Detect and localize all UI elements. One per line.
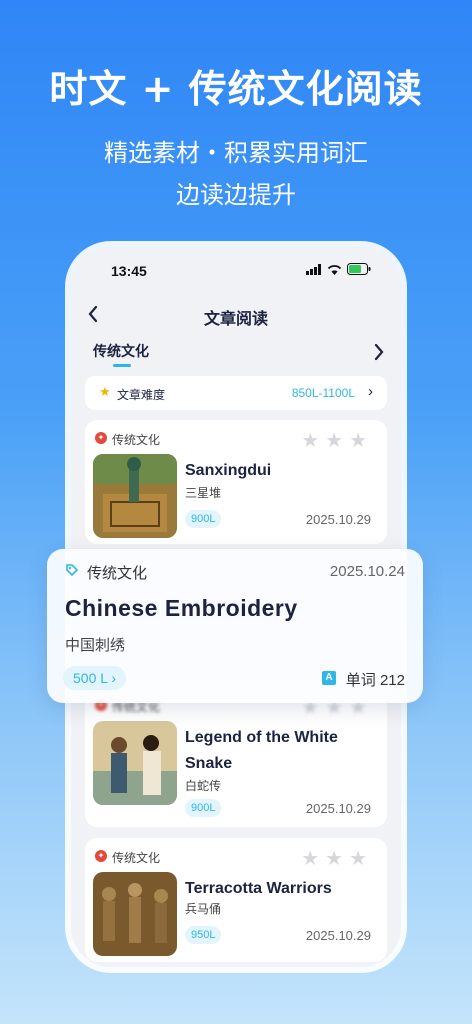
- status-icons: [306, 263, 371, 275]
- article-title: Sanxingdui: [185, 462, 272, 479]
- article-date: 2025.10.29: [305, 512, 371, 527]
- article-category: 传统文化: [112, 433, 161, 447]
- featured-level: 500 L: [73, 670, 108, 686]
- article-title: Legend of the White Snake: [185, 729, 338, 772]
- star-icon: ★: [99, 384, 111, 399]
- featured-title: Chinese Embroidery: [65, 595, 298, 621]
- article-title-cn: 兵马俑: [185, 902, 222, 916]
- featured-date: 2025.10.24: [329, 563, 405, 580]
- vocabulary-icon: A: [322, 671, 336, 685]
- article-level: 900L: [185, 799, 222, 817]
- promo-subtitle-1: 精选素材・积累实用词汇: [104, 139, 368, 167]
- article-thumbnail: [93, 721, 177, 805]
- tab-active-indicator: [113, 364, 131, 367]
- difficulty-label: 文章难度: [117, 388, 166, 402]
- article-date: 2025.10.29: [305, 801, 371, 816]
- difficulty-filter[interactable]: ★ 文章难度 850L-1100L ›: [85, 376, 387, 410]
- category-icon: ✦: [95, 432, 107, 444]
- article-card[interactable]: ✦ 传统文化 ★★★ Terracotta Warriors 兵马俑 950L …: [85, 838, 387, 962]
- article-thumbnail: [93, 872, 177, 956]
- featured-word-count: 单词 212: [345, 672, 405, 689]
- featured-title-cn: 中国刺绣: [65, 637, 126, 654]
- difficulty-value: 850L-1100L: [291, 386, 355, 400]
- promo-headline: 时文 + 传统文化阅读: [49, 67, 423, 111]
- chevron-right-icon: [374, 343, 384, 361]
- tab-more-button[interactable]: [373, 343, 385, 367]
- tag-icon: [65, 563, 79, 580]
- page-title: 文章阅读: [203, 311, 268, 328]
- featured-article-card[interactable]: 传统文化 2025.10.24 Chinese Embroidery 中国刺绣 …: [47, 549, 423, 703]
- article-date: 2025.10.29: [305, 928, 371, 943]
- article-card[interactable]: ✦ 传统文化 ★★★ Sanxingdui 三星堆 900L 2025.10.2…: [85, 420, 387, 544]
- promo-subtitle-2: 边读边提升: [176, 181, 296, 209]
- signal-icon: [306, 263, 321, 275]
- chevron-right-icon: ›: [368, 383, 373, 400]
- category-icon: ✦: [95, 850, 107, 862]
- battery-icon: [347, 263, 371, 275]
- article-category: 传统文化: [112, 851, 161, 865]
- article-thumbnail: [93, 454, 177, 538]
- rating-stars[interactable]: ★★★: [301, 846, 373, 871]
- featured-category: 传统文化: [87, 565, 148, 582]
- rating-stars[interactable]: ★★★: [301, 428, 373, 453]
- featured-level-button[interactable]: 500 L ›: [63, 666, 127, 690]
- tab-traditional-culture[interactable]: 传统文化: [93, 341, 149, 361]
- article-title-cn: 白蛇传: [185, 779, 222, 793]
- status-time: 13:45: [111, 263, 147, 279]
- article-level: 950L: [185, 926, 222, 944]
- article-title-cn: 三星堆: [185, 486, 222, 500]
- wifi-icon: [327, 264, 342, 275]
- article-title: Terracotta Warriors: [185, 880, 332, 897]
- article-level: 900L: [185, 510, 222, 528]
- article-card[interactable]: ✦ 传统文化 ★★★ Legend of the White Snake 白蛇传…: [85, 687, 387, 827]
